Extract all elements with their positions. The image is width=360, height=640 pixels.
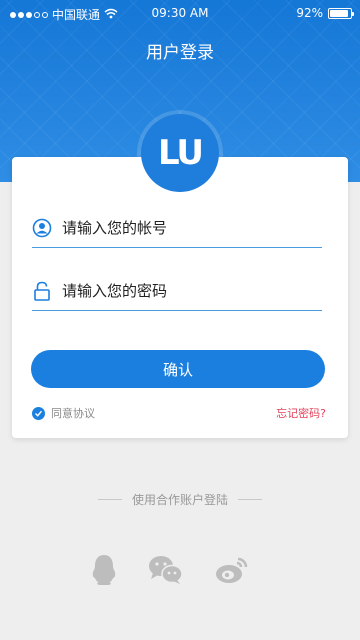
social-login-row [0,553,360,593]
qq-icon[interactable] [85,553,123,587]
divider-right [238,499,262,500]
other-login-title: 使用合作账户登陆 [0,491,360,508]
lock-icon [32,281,52,301]
password-input[interactable] [62,281,302,300]
account-field [32,208,322,248]
other-login-label: 使用合作账户登陆 [131,493,228,507]
login-card: 确认 同意协议 忘记密码? [12,157,348,438]
status-bar: 中国联通 09:30 AM 92% [0,0,360,26]
password-field [32,271,322,311]
agree-label: 同意协议 [51,407,95,420]
battery-percent: 92% [296,6,323,20]
confirm-button[interactable]: 确认 [31,350,325,388]
check-icon[interactable] [32,406,45,420]
weibo-icon[interactable] [213,553,251,587]
page-title: 用户登录 [146,43,214,63]
app-logo: LU [141,114,219,192]
wechat-icon[interactable] [147,553,185,587]
battery-icon [328,7,354,19]
forgot-password-link[interactable]: 忘记密码? [276,405,326,421]
logo-text: LU [157,133,204,173]
user-icon [32,218,52,238]
account-input[interactable] [62,218,302,237]
agree-toggle[interactable]: 同意协议 [32,405,95,421]
divider-left [97,499,122,500]
